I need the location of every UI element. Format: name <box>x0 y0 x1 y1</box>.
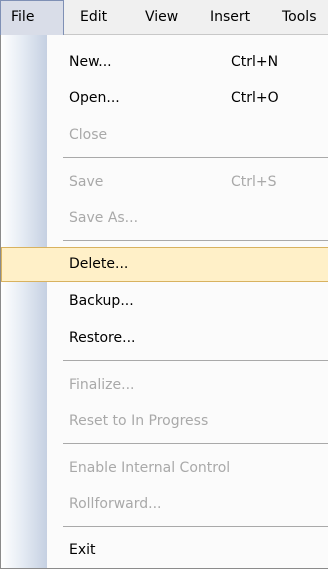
menu-item-save-as: Save As... <box>1 201 328 235</box>
menu-tools[interactable]: Tools <box>282 0 317 35</box>
menu-item-delete[interactable]: Delete... <box>1 247 328 282</box>
menu-item-reset-to-in-progress: Reset to In Progress <box>1 404 328 438</box>
menu-item-reset-label: Reset to In Progress <box>69 413 209 429</box>
menu-item-exit[interactable]: Exit <box>1 533 328 567</box>
menu-bar: File Edit View Insert Tools <box>0 0 328 36</box>
menu-view-label: View <box>145 9 179 25</box>
file-menu-dropdown: New... Ctrl+N Open... Ctrl+O Close Save … <box>0 35 328 569</box>
menu-separator <box>63 526 328 527</box>
menu-item-save-as-label: Save As... <box>69 210 139 226</box>
menu-item-new-label: New... <box>69 54 112 70</box>
menu-item-backup-label: Backup... <box>69 293 134 309</box>
menu-separator <box>63 240 328 241</box>
menu-item-close: Close <box>1 118 328 152</box>
menu-view[interactable]: View <box>145 0 178 35</box>
menu-item-open[interactable]: Open... Ctrl+O <box>1 81 328 115</box>
menu-separator <box>63 443 328 444</box>
menu-item-exit-label: Exit <box>69 542 96 558</box>
menu-item-save: Save Ctrl+S <box>1 165 328 199</box>
menu-item-open-label: Open... <box>69 90 120 106</box>
menu-edit[interactable]: Edit <box>80 0 107 35</box>
menu-item-finalize: Finalize... <box>1 368 328 402</box>
menu-item-delete-label: Delete... <box>69 256 129 272</box>
menu-edit-label: Edit <box>80 9 108 25</box>
menu-item-open-shortcut: Ctrl+O <box>231 90 279 106</box>
menu-item-new-shortcut: Ctrl+N <box>231 54 279 70</box>
menu-item-enable-internal-control-label: Enable Internal Control <box>69 460 231 476</box>
menu-item-close-label: Close <box>69 127 108 143</box>
menu-item-backup[interactable]: Backup... <box>1 284 328 318</box>
menu-insert-label: Insert <box>210 9 251 25</box>
menu-item-new[interactable]: New... Ctrl+N <box>1 45 328 79</box>
menu-item-save-label: Save <box>69 174 104 190</box>
menu-item-restore-label: Restore... <box>69 330 136 346</box>
menu-separator <box>63 157 328 158</box>
menu-item-enable-internal-control: Enable Internal Control <box>1 451 328 485</box>
menu-item-rollforward: Rollforward... <box>1 487 328 521</box>
menu-file-label: File <box>11 9 35 25</box>
menu-file[interactable]: File <box>0 0 64 36</box>
menu-tools-label: Tools <box>282 9 317 25</box>
menu-insert[interactable]: Insert <box>210 0 250 35</box>
menu-separator <box>63 360 328 361</box>
menu-item-save-shortcut: Ctrl+S <box>231 174 277 190</box>
menu-item-restore[interactable]: Restore... <box>1 321 328 355</box>
menu-item-rollforward-label: Rollforward... <box>69 496 162 512</box>
menu-item-finalize-label: Finalize... <box>69 377 135 393</box>
